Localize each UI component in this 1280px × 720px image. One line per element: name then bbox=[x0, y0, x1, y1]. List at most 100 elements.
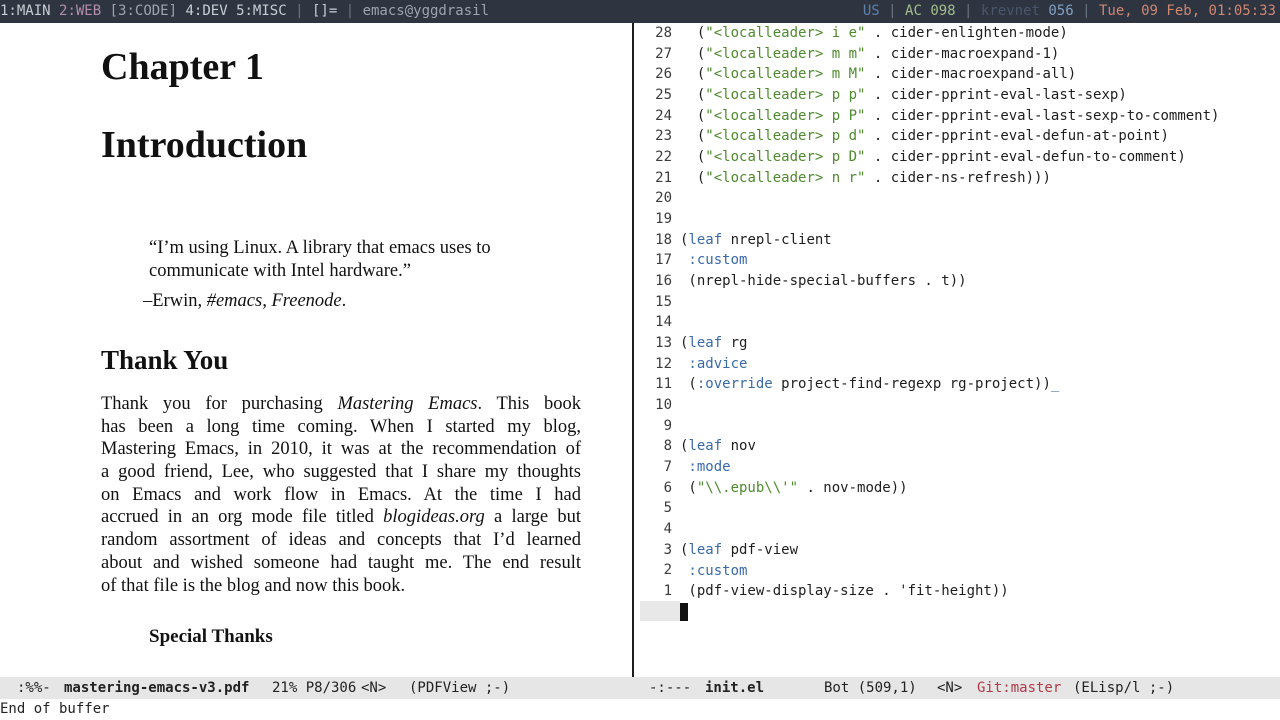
code-line[interactable]: (leaf nov bbox=[680, 438, 756, 454]
modeline-right-mode[interactable]: (ELisp/l ;-) bbox=[1073, 677, 1174, 699]
workspace-4[interactable]: 4:DEV bbox=[185, 3, 227, 19]
line-number: 9 bbox=[663, 417, 672, 434]
window-title: emacs@yggdrasil bbox=[362, 3, 490, 19]
modeline-right-state: <N> bbox=[937, 680, 963, 696]
paragraph-line: about and wished someone had taught me. … bbox=[101, 552, 581, 573]
code-line[interactable]: :custom bbox=[680, 563, 747, 579]
modeline-right-position: Bot (509,1) bbox=[824, 680, 917, 696]
pdf-view-pane[interactable]: Chapter 1 Introduction “I’m using Linux.… bbox=[0, 23, 632, 677]
line-number: 28 bbox=[655, 25, 672, 41]
code-line[interactable]: :advice bbox=[680, 356, 747, 372]
line-number: 3 bbox=[663, 541, 672, 558]
text-run: accrued in an org mode file titled bbox=[101, 507, 384, 528]
paragraph-line: has been a long time coming. When I star… bbox=[101, 416, 581, 437]
paragraph-line: accrued in an org mode file titled blogi… bbox=[101, 506, 581, 529]
line-number: 11 bbox=[655, 376, 672, 393]
chapter-title: Introduction bbox=[101, 124, 308, 166]
modeline-left-status: :%%- bbox=[17, 680, 51, 696]
line-number: 16 bbox=[655, 273, 672, 290]
code-line[interactable]: (nrepl-hide-special-buffers . t)) bbox=[680, 273, 966, 289]
code-line[interactable]: (leaf pdf-view bbox=[680, 542, 798, 558]
epigraph-quote: “I’m using Linux. A library that emacs u… bbox=[149, 237, 569, 283]
line-number: 2 bbox=[663, 562, 672, 579]
code-line[interactable]: ("<localleader> m m" . cider-macroexpand… bbox=[680, 46, 1059, 62]
workspace-3-active[interactable]: [3:CODE] bbox=[110, 3, 177, 19]
text-run: a large but bbox=[484, 507, 581, 528]
line-number: 26 bbox=[655, 66, 672, 83]
line-number: 6 bbox=[663, 479, 672, 496]
modeline-left-buffer[interactable]: mastering-emacs-v3.pdf bbox=[64, 677, 249, 699]
attribution-source: #emacs, Freenode bbox=[206, 291, 342, 311]
code-line[interactable]: (pdf-view-display-size . 'fit-height)) bbox=[680, 583, 1008, 599]
paragraph-line: random assortment of ideas and concepts … bbox=[101, 530, 581, 551]
status-widgets: US | AC 098 | krevnet 056 | Tue, 09 Feb,… bbox=[863, 0, 1276, 23]
network-value: 056 bbox=[1048, 3, 1074, 19]
modeline-left-position: 21% P8/306 bbox=[272, 680, 357, 696]
line-number: 23 bbox=[655, 128, 672, 145]
line-number: 10 bbox=[655, 397, 672, 414]
line-number: 14 bbox=[655, 314, 672, 331]
modeline-left-state: <N> bbox=[361, 680, 387, 696]
code-line[interactable]: ("<localleader> n r" . cider-ns-refresh)… bbox=[680, 170, 1051, 186]
mode-line: :%%- mastering-emacs-v3.pdf 21% P8/306 <… bbox=[0, 677, 1280, 699]
workspace-2[interactable]: 2:WEB bbox=[59, 3, 101, 19]
code-line[interactable]: ("<localleader> p d" . cider-pprint-eval… bbox=[680, 128, 1169, 144]
line-number: 27 bbox=[655, 45, 672, 62]
code-line[interactable]: ("<localleader> p D" . cider-pprint-eval… bbox=[680, 149, 1186, 165]
line-number: 25 bbox=[655, 87, 672, 103]
chapter-heading: Chapter 1 bbox=[101, 46, 264, 88]
modeline-right-status: -:--- bbox=[649, 680, 692, 696]
paragraph-line: on Emacs and work flow in Emacs. At the … bbox=[101, 484, 581, 505]
attribution-name: –Erwin, bbox=[143, 291, 207, 311]
book-title: Mastering Emacs bbox=[337, 394, 478, 414]
quote-line: communicate with Intel hardware.” bbox=[149, 261, 411, 281]
workspace-1[interactable]: 1:MAIN bbox=[0, 3, 51, 19]
modeline-right-buffer[interactable]: init.el bbox=[705, 677, 764, 699]
quote-line: “I’m using Linux. A library that emacs u… bbox=[149, 238, 491, 258]
code-line[interactable]: ("<localleader> m M" . cider-macroexpand… bbox=[680, 66, 1076, 82]
separator: | bbox=[964, 3, 973, 19]
modeline-git-branch[interactable]: Git:master bbox=[977, 677, 1061, 699]
line-number: 22 bbox=[655, 149, 672, 166]
section-heading: Thank You bbox=[101, 345, 229, 375]
separator: | bbox=[888, 3, 897, 19]
paragraph-line: Mastering Emacs, in 2010, it was at the … bbox=[101, 439, 581, 460]
text-run: . This book bbox=[477, 394, 581, 414]
epigraph-attribution: –Erwin, #emacs, Freenode. bbox=[143, 291, 346, 312]
workspace-list: 1:MAIN 2:WEB [3:CODE] 4:DEV 5:MISC | []=… bbox=[0, 0, 489, 23]
code-line[interactable]: (leaf rg bbox=[680, 335, 747, 351]
code-line[interactable]: :custom bbox=[680, 252, 747, 268]
code-line[interactable]: (leaf nrepl-client bbox=[680, 232, 832, 248]
code-line[interactable]: :mode bbox=[680, 459, 730, 475]
keyboard-layout: US bbox=[862, 3, 880, 19]
window-divider[interactable] bbox=[632, 23, 640, 677]
code-editor-pane[interactable]: 28 27 26 25 24 23 22 21 20 19 18 17 16 15 14 13 12 11 10 9 8… bbox=[640, 23, 1280, 677]
line-number: 24 bbox=[655, 107, 672, 124]
paragraph-line: a good friend, Lee, who suggested that I… bbox=[101, 462, 581, 483]
separator: | bbox=[345, 3, 355, 19]
text-run: Thank you for purchasing bbox=[101, 394, 338, 414]
body-paragraph: Thank you for purchasing Mastering Emacs… bbox=[101, 393, 581, 597]
network-label: krevnet bbox=[980, 3, 1040, 19]
line-number: 21 bbox=[655, 169, 672, 186]
code-line[interactable]: ("\\.epub\\'" . nov-mode)) bbox=[680, 480, 907, 496]
line-number: 8 bbox=[663, 438, 672, 455]
code-line[interactable]: ("<localleader> p P" . cider-pprint-eval… bbox=[680, 108, 1220, 124]
workspace-5[interactable]: 5:MISC bbox=[236, 3, 287, 19]
modeline-left-mode[interactable]: (PDFView ;-) bbox=[409, 677, 510, 699]
separator: | bbox=[1082, 3, 1091, 19]
line-number: 5 bbox=[663, 500, 672, 517]
battery-status: AC 098 bbox=[905, 3, 956, 19]
echo-area: End of buffer bbox=[0, 699, 1280, 720]
line-number: 17 bbox=[655, 252, 672, 269]
code-line[interactable]: (:override project-find-regexp rg-projec… bbox=[680, 376, 1059, 392]
code-line[interactable]: ("<localleader> p p" . cider-pprint-eval… bbox=[680, 87, 1127, 103]
line-number: 19 bbox=[655, 211, 672, 228]
paragraph-line: of that file is the blog and now this bo… bbox=[101, 575, 406, 596]
line-number: 13 bbox=[655, 335, 672, 352]
line-number: 18 bbox=[655, 231, 672, 248]
layout-indicator[interactable]: []= bbox=[312, 3, 337, 19]
line-number: 20 bbox=[655, 190, 672, 207]
code-line[interactable]: ("<localleader> i e" . cider-enlighten-m… bbox=[680, 25, 1068, 41]
line-number: 4 bbox=[663, 521, 672, 538]
